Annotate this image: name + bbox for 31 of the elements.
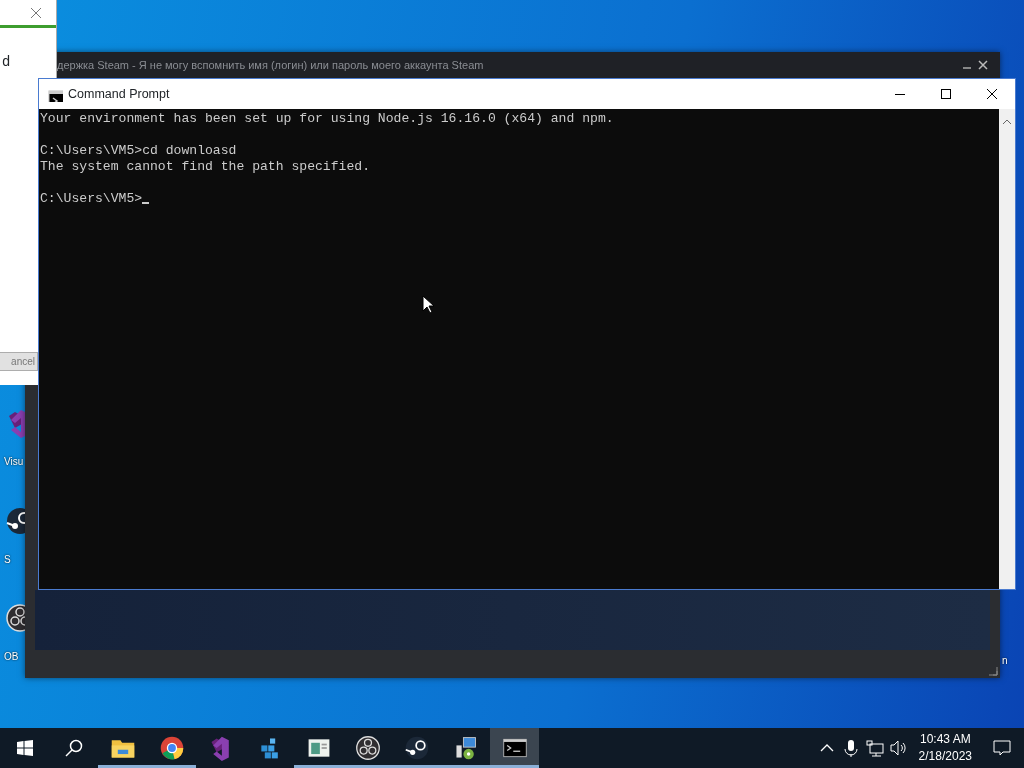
window-title: держка Steam - Я не могу вспомнить имя (логин) или пароль моего аккаунта Steam bbox=[57, 57, 485, 73]
clock-time[interactable]: 10:43 AM bbox=[919, 731, 971, 748]
terminal-line: Your environment has been set up for using Node.js 16.16.0 (x64) and npm. bbox=[40, 111, 614, 126]
desktop-icon-label: n bbox=[1002, 654, 1008, 668]
taskbar-app-button[interactable] bbox=[490, 728, 539, 768]
mouse-pointer-icon bbox=[422, 295, 434, 315]
close-icon bbox=[987, 89, 997, 99]
close-icon[interactable] bbox=[30, 6, 42, 19]
window-title: Command Prompt bbox=[68, 85, 171, 103]
desktop-icon-label: S bbox=[4, 553, 11, 567]
desktop-icon-label: Visu bbox=[4, 455, 24, 469]
desktop-icon-label: OB bbox=[4, 650, 19, 664]
cancel-button[interactable]: ancel bbox=[0, 352, 38, 371]
speaker-icon[interactable] bbox=[888, 738, 909, 758]
browser-icon bbox=[158, 735, 185, 761]
piston-logo-icon bbox=[403, 735, 430, 761]
windows-logo-icon bbox=[16, 740, 33, 756]
network-icon[interactable] bbox=[864, 738, 885, 758]
search-icon bbox=[64, 739, 83, 757]
scrollbar[interactable] bbox=[999, 109, 1015, 589]
dialog-text: d bbox=[1, 52, 10, 71]
close-icon[interactable] bbox=[978, 60, 988, 70]
terminal-line: The system cannot find the path specified. bbox=[40, 159, 371, 174]
resize-grip-icon[interactable] bbox=[988, 666, 998, 676]
prompt-line: C:\Users\VM5> bbox=[40, 191, 143, 206]
terminal-line: C:\Users\VM5>cd downloasd bbox=[40, 143, 237, 158]
maximize-icon bbox=[941, 89, 951, 99]
notification-icon bbox=[993, 739, 1011, 757]
clock-date[interactable]: 2/18/2023 bbox=[918, 748, 972, 765]
circle-logo-icon bbox=[354, 735, 381, 761]
text-cursor bbox=[142, 202, 150, 204]
